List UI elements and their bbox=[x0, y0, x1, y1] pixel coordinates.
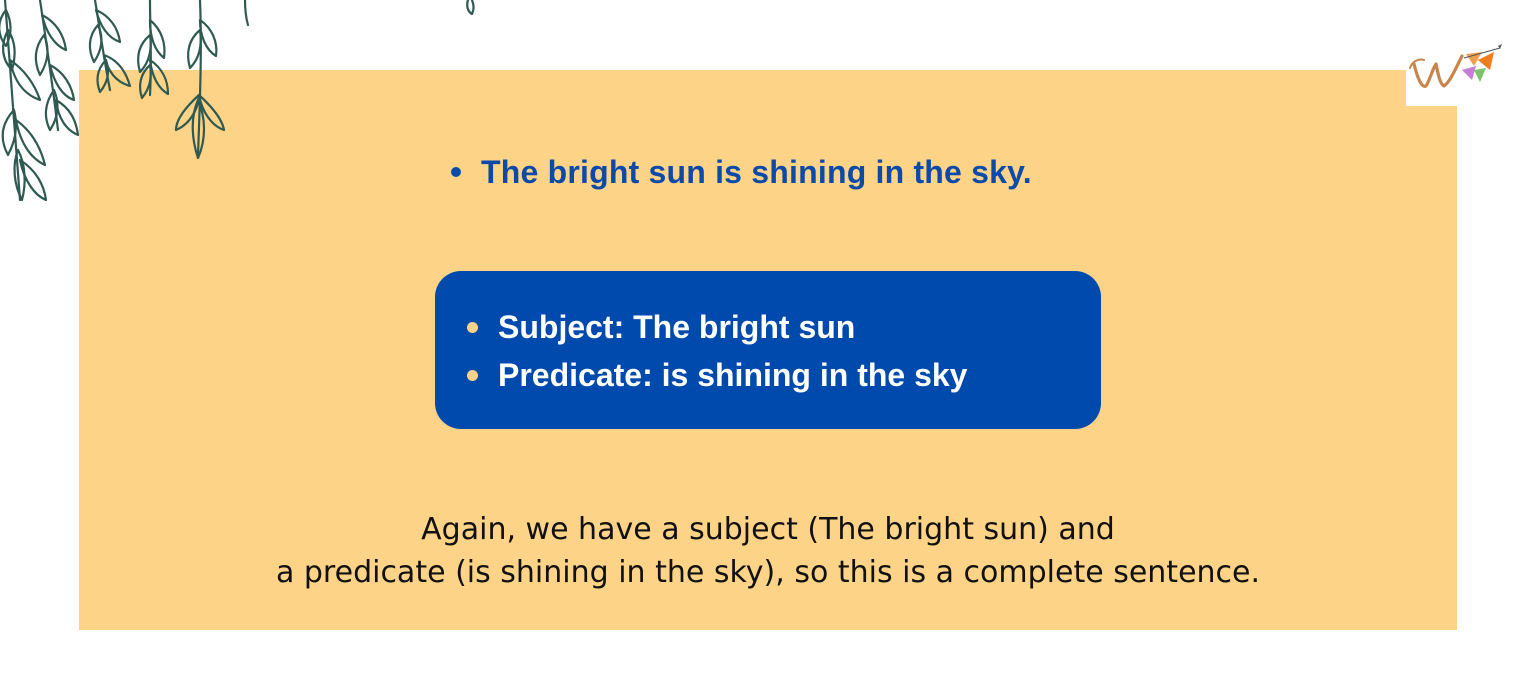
page: The bright sun is shining in the sky. Su… bbox=[0, 0, 1536, 700]
subject-label: Subject: The bright sun bbox=[498, 308, 856, 345]
example-sentence-list: The bright sun is shining in the sky. bbox=[446, 150, 1032, 194]
bullet-icon bbox=[467, 321, 478, 333]
analysis-item-predicate: Predicate: is shining in the sky bbox=[467, 351, 967, 399]
analysis-item-subject: Subject: The bright sun bbox=[467, 303, 967, 351]
bullet-icon bbox=[467, 369, 478, 381]
hanging-leaves-icon bbox=[0, 0, 475, 202]
w-brand-logo-icon bbox=[1409, 44, 1502, 88]
predicate-label: Predicate: is shining in the sky bbox=[498, 356, 968, 393]
sentence-analysis-box: Subject: The bright sun Predicate: is sh… bbox=[435, 271, 1101, 429]
brand-logo[interactable] bbox=[1406, 40, 1506, 106]
example-sentence: The bright sun is shining in the sky. bbox=[481, 153, 1032, 190]
explanation-line-2: a predicate (is shining in the sky), so … bbox=[275, 555, 1261, 590]
example-sentence-item: The bright sun is shining in the sky. bbox=[446, 154, 1032, 191]
explanation-paragraph: Again, we have a subject (The bright sun… bbox=[79, 508, 1457, 594]
explanation-line-1: Again, we have a subject (The bright sun… bbox=[421, 512, 1115, 547]
analysis-list: Subject: The bright sun Predicate: is sh… bbox=[467, 303, 967, 399]
bullet-icon bbox=[451, 167, 461, 177]
